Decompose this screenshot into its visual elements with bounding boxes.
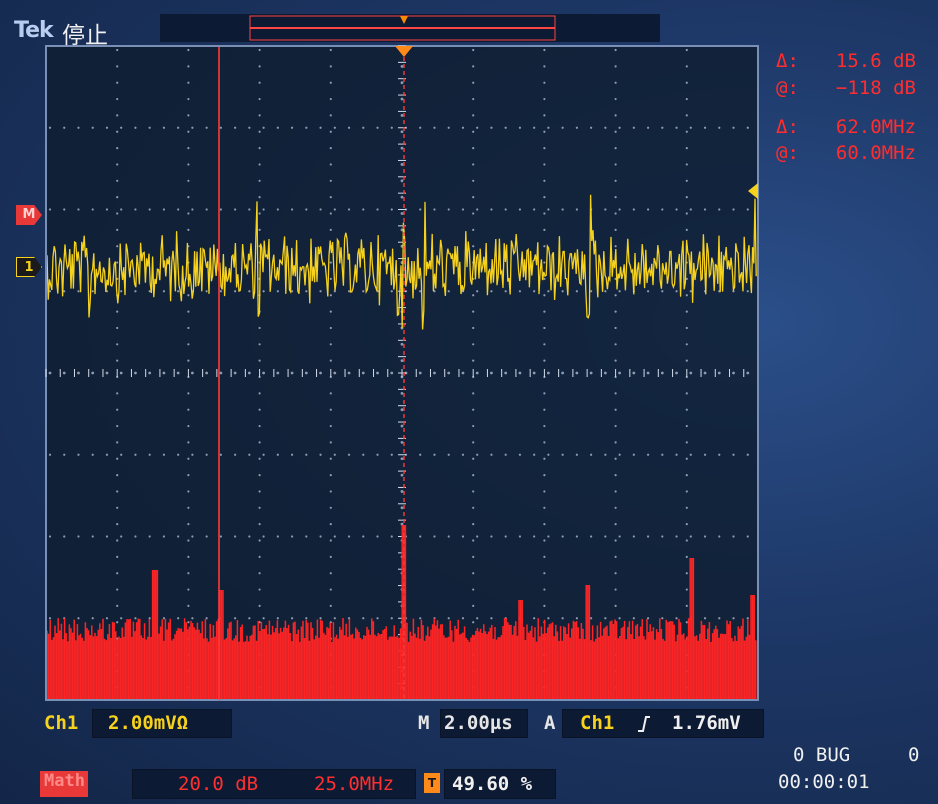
trigger-level[interactable]: 1.76mV [672, 712, 741, 734]
brand-logo: Tek [14, 18, 54, 43]
math-scale[interactable]: 20.0 dB [178, 773, 258, 795]
amplitude-delta-value: 15.6 dB [835, 50, 916, 72]
horizontal-position[interactable]: 49.60 % [452, 773, 532, 795]
trigger-label: A [544, 712, 556, 734]
ch1-label: Ch1 [44, 712, 79, 734]
oscilloscope-screen: Tek 停止 Δ: 15.6 dB @: −118 dB Δ: 62.0MHz … [0, 0, 938, 804]
amplitude-at-label: @: [776, 77, 799, 99]
trigger-position-marker: T [424, 773, 440, 793]
amplitude-at-value: −118 dB [835, 77, 916, 99]
trigger-source[interactable]: Ch1 [580, 712, 614, 734]
timebase-value[interactable]: 2.00µs [444, 712, 513, 734]
acquisition-state: 停止 [62, 23, 108, 49]
amplitude-delta-label: Δ: [776, 50, 799, 72]
frequency-delta-label: Δ: [776, 116, 799, 138]
math-label[interactable]: Math [40, 771, 88, 797]
math-frequency-span[interactable]: 25.0MHz [314, 773, 394, 795]
frequency-at-value: 60.0MHz [835, 142, 916, 164]
status-right: 0 [908, 744, 920, 766]
elapsed-time: 00:00:01 [778, 771, 870, 793]
timebase-label: M [418, 712, 430, 734]
frequency-at-label: @: [776, 142, 799, 164]
acquisition-count: 0 BUG [793, 744, 851, 766]
rising-edge-icon [638, 716, 650, 732]
frequency-delta-value: 62.0MHz [835, 116, 916, 138]
ch1-scale[interactable]: 2.00mVΩ [108, 712, 188, 734]
